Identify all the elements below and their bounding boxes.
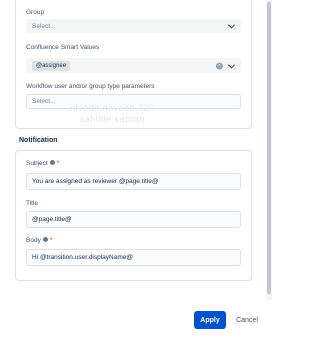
cancel-button[interactable]: Cancel <box>230 311 264 329</box>
title-value: @page.title@ <box>32 216 72 223</box>
body-label: Body * <box>26 237 52 244</box>
info-icon[interactable] <box>49 160 55 165</box>
required-asterisk: * <box>56 160 60 167</box>
body-value: Hi @transition.user.displayName@ <box>32 254 133 261</box>
info-icon[interactable] <box>42 237 48 242</box>
clear-icon[interactable]: × <box>216 62 223 69</box>
watermark-line-1: nivedit.naveen.720 <box>70 103 155 113</box>
apply-button[interactable]: Apply <box>194 311 226 329</box>
subject-value: You are assigned as reviewer @page.title… <box>32 178 159 185</box>
form-scroll-area: Group Select... Confluence Smart Values … <box>0 0 266 300</box>
chevron-down-icon <box>227 21 236 29</box>
notification-section-title: Notification <box>19 137 58 144</box>
body-input[interactable]: Hi @transition.user.displayName@ <box>26 249 241 266</box>
workflow-parameters-placeholder: Select... <box>32 98 56 105</box>
subject-label: Subject * <box>26 160 59 167</box>
confluence-smart-values-label: Confluence Smart Values <box>26 44 100 51</box>
assignee-chip[interactable]: @assignee <box>32 60 71 71</box>
group-select[interactable]: Select... <box>26 19 241 33</box>
title-input[interactable]: @page.title@ <box>26 211 241 228</box>
subject-label-text: Subject <box>26 160 48 167</box>
group-select-placeholder: Select... <box>32 22 56 30</box>
notification-card: Subject * You are assigned as reviewer @p… <box>15 150 252 281</box>
body-label-text: Body <box>26 237 41 244</box>
required-asterisk: * <box>49 237 53 244</box>
scrollbar-thumb[interactable] <box>267 2 271 294</box>
watermark-line-2: sahilde.kaptan <box>79 114 145 124</box>
subject-input[interactable]: You are assigned as reviewer @page.title… <box>26 173 241 190</box>
workflow-parameters-label: Workflow user and/or group type paramete… <box>26 83 155 90</box>
chevron-down-icon <box>227 60 236 69</box>
confluence-smart-values-select[interactable]: @assignee × <box>26 58 241 73</box>
watermark: nivedit.naveen.720 sahilde.kaptan <box>70 103 155 125</box>
group-label: Group <box>26 9 45 16</box>
title-label: Title <box>26 200 39 207</box>
